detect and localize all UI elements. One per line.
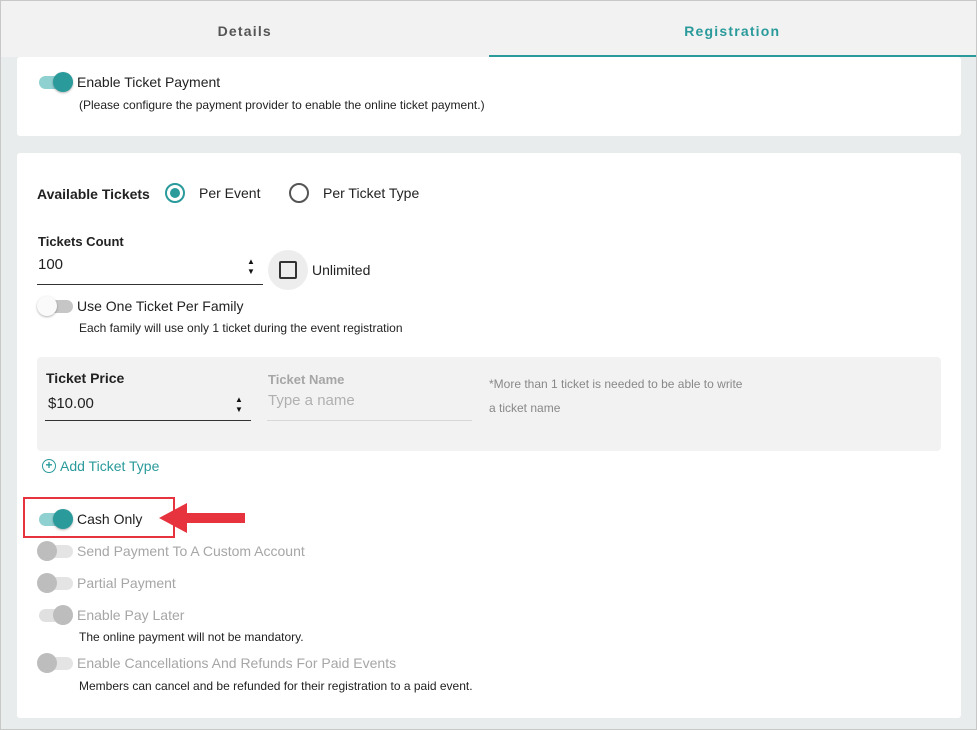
custom-account-label: Send Payment To A Custom Account: [77, 543, 305, 559]
cancellations-toggle[interactable]: [37, 653, 73, 673]
ticket-price-input[interactable]: $10.00: [48, 395, 94, 412]
payment-card: [17, 57, 961, 136]
unlimited-label: Unlimited: [312, 262, 371, 278]
pay-later-helper: The online payment will not be mandatory…: [79, 630, 304, 644]
ticket-price-spinner[interactable]: ▲ ▼: [233, 395, 245, 415]
tickets-count-underline: [37, 284, 263, 285]
enable-ticket-payment-label: Enable Ticket Payment: [77, 74, 221, 90]
ticket-price-label: Ticket Price: [46, 370, 125, 386]
custom-account-toggle[interactable]: [37, 541, 73, 561]
plus-circle-icon: +: [42, 459, 56, 473]
enable-ticket-payment-toggle[interactable]: [37, 72, 73, 92]
one-ticket-per-family-helper: Each family will use only 1 ticket durin…: [79, 321, 403, 335]
available-tickets-label: Available Tickets: [37, 186, 150, 202]
ticket-price-underline: [45, 420, 251, 421]
tickets-count-spinner[interactable]: ▲ ▼: [245, 257, 257, 277]
enable-ticket-payment-helper: (Please configure the payment provider t…: [79, 98, 485, 112]
tab-registration[interactable]: Registration: [488, 1, 977, 57]
tab-bar: Details Registration: [1, 1, 976, 57]
ticket-name-label: Ticket Name: [268, 372, 345, 387]
per-event-radio[interactable]: [165, 183, 185, 203]
partial-payment-toggle[interactable]: [37, 573, 73, 593]
cash-only-toggle[interactable]: [37, 509, 73, 529]
per-ticket-type-radio[interactable]: [289, 183, 309, 203]
add-ticket-type-link[interactable]: + Add Ticket Type: [42, 458, 159, 474]
per-event-label: Per Event: [199, 185, 261, 201]
one-ticket-per-family-toggle[interactable]: [37, 296, 73, 316]
pay-later-toggle[interactable]: [37, 605, 73, 625]
tab-details[interactable]: Details: [1, 1, 489, 57]
ticket-name-note-1: *More than 1 ticket is needed to be able…: [489, 377, 743, 391]
ticket-name-input[interactable]: Type a name: [268, 392, 355, 409]
red-arrow-annotation: [159, 503, 245, 533]
per-ticket-type-label: Per Ticket Type: [323, 185, 420, 201]
cancellations-helper: Members can cancel and be refunded for t…: [79, 679, 473, 693]
add-ticket-type-label: Add Ticket Type: [60, 458, 160, 474]
one-ticket-per-family-label: Use One Ticket Per Family: [77, 298, 244, 314]
tickets-count-input[interactable]: 100: [38, 256, 63, 273]
ticket-name-note-2: a ticket name: [489, 401, 561, 415]
pay-later-label: Enable Pay Later: [77, 607, 185, 623]
cash-only-label: Cash Only: [77, 511, 143, 527]
ticket-name-underline: [267, 420, 472, 421]
partial-payment-label: Partial Payment: [77, 575, 176, 591]
tickets-count-label: Tickets Count: [38, 234, 124, 249]
unlimited-checkbox[interactable]: [279, 261, 297, 279]
cancellations-label: Enable Cancellations And Refunds For Pai…: [77, 655, 397, 671]
